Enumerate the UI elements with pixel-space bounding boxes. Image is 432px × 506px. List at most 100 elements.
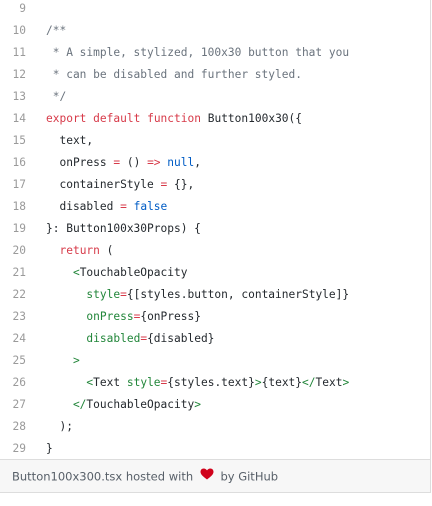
code-token: ({ [288, 112, 303, 125]
code-token: {onPress} [140, 310, 201, 323]
code-token: text, [46, 134, 94, 147]
line-number[interactable]: 29 [0, 438, 26, 459]
code-line: 17 containerStyle = {}, [0, 174, 430, 196]
code-line: 28 ); [0, 416, 430, 438]
code-content: disabled = false [46, 196, 167, 218]
line-number[interactable]: 16 [0, 152, 26, 174]
code-token: disabled [86, 332, 141, 345]
line-number[interactable]: 23 [0, 306, 26, 328]
code-token: false [133, 200, 168, 213]
code-token: style [86, 288, 121, 301]
code-content: > [46, 350, 80, 372]
code-token: < [46, 376, 94, 389]
code-line: 21 <TouchableOpacity [0, 262, 430, 284]
code-token: default [93, 112, 141, 125]
code-content: onPress = () => null, [46, 152, 201, 174]
code-token: onPress [46, 156, 114, 169]
code-line: 18 disabled = false [0, 196, 430, 218]
code-line: 22 style={[styles.button, containerStyle… [0, 284, 430, 306]
line-number[interactable]: 25 [0, 350, 26, 372]
line-number[interactable]: 28 [0, 416, 26, 438]
line-number[interactable]: 15 [0, 130, 26, 152]
code-token: disabled [46, 200, 121, 213]
line-number[interactable]: 10 [0, 20, 26, 42]
code-token: */ [46, 90, 67, 103]
code-token: style [126, 376, 161, 389]
line-number[interactable]: 9 [0, 0, 26, 20]
code-token: > [342, 376, 350, 389]
code-token: = [120, 200, 127, 213]
code-content: <Text style={styles.text}>{text}</Text> [46, 372, 349, 394]
code-content: * A simple, stylized, 100x30 button that… [46, 42, 349, 64]
code-token: , [194, 156, 201, 169]
code-token: * A simple, stylized, 100x30 button that… [46, 46, 350, 59]
code-line: 25 > [0, 350, 430, 372]
code-token: TouchableOpacity [79, 266, 188, 279]
line-number[interactable]: 20 [0, 240, 26, 262]
hosted-with-text: hosted with [125, 469, 194, 484]
code-content: ); [46, 416, 72, 438]
code-content: export default function Button100x30({ [46, 108, 302, 130]
code-content: */ [46, 86, 66, 108]
code-token: function [147, 112, 201, 125]
code-token: Text [315, 376, 343, 389]
code-line: 11 * A simple, stylized, 100x30 button t… [0, 42, 430, 64]
code-content: }: Button100x30Props) { [46, 218, 201, 240]
line-number[interactable]: 11 [0, 42, 26, 64]
code-token: </ [302, 376, 316, 389]
code-line: 15 text, [0, 130, 430, 152]
code-token: * can be disabled and further styled. [46, 68, 302, 81]
line-number[interactable]: 27 [0, 394, 26, 416]
gist-embed: 9 10 /** 11 * A simple, stylized, 100x30 bu… [0, 0, 431, 493]
line-number[interactable]: 26 [0, 372, 26, 394]
code-token: ( [99, 244, 114, 257]
code-line: 29} [0, 438, 430, 459]
code-token: {}, [167, 178, 195, 191]
code-token: Text [93, 376, 121, 389]
code-line: 13 */ [0, 86, 430, 108]
code-line: 23 onPress={onPress} [0, 306, 430, 328]
line-number[interactable]: 19 [0, 218, 26, 240]
code-line: 27 </TouchableOpacity> [0, 394, 430, 416]
line-number[interactable]: 13 [0, 86, 26, 108]
code-token: {[styles.button, containerStyle]} [126, 288, 350, 301]
code-token: Button100x30 [207, 112, 289, 125]
line-number[interactable]: 14 [0, 108, 26, 130]
code-content: <TouchableOpacity [46, 262, 188, 284]
heart-icon [200, 460, 214, 492]
github-link[interactable]: GitHub [238, 470, 278, 484]
line-number[interactable]: 18 [0, 196, 26, 218]
line-number[interactable]: 21 [0, 262, 26, 284]
code-content: text, [46, 130, 93, 152]
code-content: style={[styles.button, containerStyle]} [46, 284, 349, 306]
code-content: onPress={onPress} [46, 306, 201, 328]
gist-filename-link[interactable]: Button100x300.tsx [12, 470, 122, 484]
code-token: export [46, 112, 87, 125]
code-token: {styles.text} [167, 376, 255, 389]
line-number[interactable]: 24 [0, 328, 26, 350]
code-token: /** [46, 24, 67, 37]
code-line: 20 return ( [0, 240, 430, 262]
code-content: </TouchableOpacity> [46, 394, 201, 416]
code-token: < [46, 266, 80, 279]
line-number[interactable]: 17 [0, 174, 26, 196]
line-number[interactable]: 12 [0, 64, 26, 86]
code-token: </ [46, 398, 87, 411]
code-content: disabled={disabled} [46, 328, 214, 350]
code-token: }: Button100x30Props) { [46, 222, 201, 235]
line-number[interactable]: 22 [0, 284, 26, 306]
code-line: 14 export default function Button100x30({ [0, 108, 430, 130]
code-token: {text} [261, 376, 303, 389]
code-content: return ( [46, 240, 113, 262]
code-content: containerStyle = {}, [46, 174, 194, 196]
code-line: 12 * can be disabled and further styled. [0, 64, 430, 86]
code-line: 10 /** [0, 20, 430, 42]
code-token: TouchableOpacity [86, 398, 195, 411]
code-token: return [59, 244, 100, 257]
